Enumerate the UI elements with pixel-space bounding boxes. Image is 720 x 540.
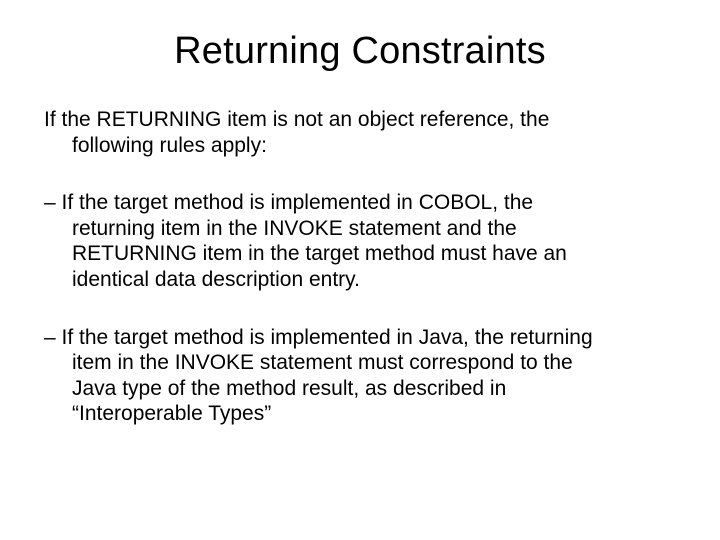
bullet-2-line-3: Java type of the method result, as descr… (44, 376, 676, 402)
bullet-1-line-1: – If the target method is implemented in… (44, 190, 676, 216)
bullet-2-line-4: “Interoperable Types” (44, 401, 676, 427)
bullet-2-line-1: – If the target method is implemented in… (44, 325, 676, 351)
bullet-1-line-4: identical data description entry. (44, 267, 676, 293)
slide-title: Returning Constraints (44, 30, 676, 73)
slide: Returning Constraints If the RETURNING i… (0, 0, 720, 540)
intro-line-1: If the RETURNING item is not an object r… (44, 108, 549, 131)
bullet-item-2: – If the target method is implemented in… (44, 325, 676, 427)
bullet-1-line-3: RETURNING item in the target method must… (44, 241, 676, 267)
bullet-item-1: – If the target method is implemented in… (44, 190, 676, 292)
intro-line-2: following rules apply: (44, 133, 676, 159)
intro-paragraph: If the RETURNING item is not an object r… (44, 107, 676, 158)
bullet-1-line-2: returning item in the INVOKE statement a… (44, 216, 676, 242)
bullet-2-line-2: item in the INVOKE statement must corres… (44, 350, 676, 376)
